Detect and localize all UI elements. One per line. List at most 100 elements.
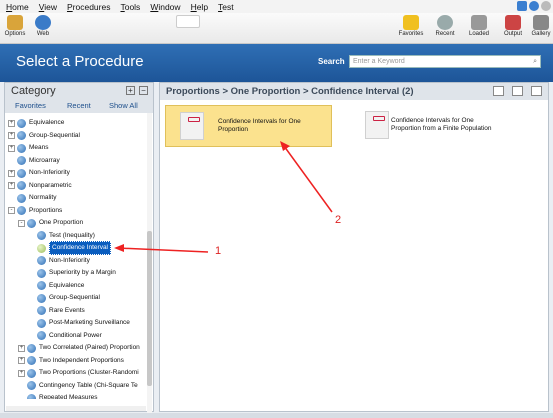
toolbar-gallery-button[interactable]: Gallery: [528, 15, 553, 37]
tab-show-all[interactable]: Show All: [109, 101, 138, 110]
menu-view[interactable]: View: [39, 2, 57, 12]
tree-item[interactable]: Superiority by a Margin: [28, 267, 116, 279]
tree-expander-icon[interactable]: +: [18, 369, 25, 377]
procedure-card-ci-one-proportion[interactable]: Confidence Intervals for One Proportion: [165, 105, 332, 147]
search-input[interactable]: Enter a Keyword ⌕: [349, 55, 541, 68]
tree-node-icon: [37, 318, 46, 328]
tree-expander-icon: [28, 270, 35, 277]
tree-expander-icon: [28, 295, 35, 302]
tree-node-icon: [17, 206, 26, 215]
tree-item[interactable]: + Means: [8, 142, 49, 154]
menu-window[interactable]: Window: [150, 2, 180, 12]
tree-expander-icon: [8, 195, 15, 202]
collapse-all-icon[interactable]: −: [139, 86, 148, 95]
tree-vertical-scrollbar[interactable]: [147, 113, 152, 413]
tree-item-label: Equivalence: [29, 119, 65, 126]
toolbar-loaded-button[interactable]: Loaded: [466, 15, 492, 37]
tree-item-label: Two Independent Proportions: [39, 356, 124, 364]
tree-node-icon: [27, 393, 36, 399]
search-label: Search: [318, 57, 345, 66]
toolbar-label: Recent: [435, 31, 455, 37]
menu-home[interactable]: Home: [6, 2, 29, 12]
menu-help[interactable]: Help: [191, 2, 208, 12]
tree-expander-icon[interactable]: +: [8, 169, 15, 177]
tree-expander-icon[interactable]: +: [18, 344, 25, 352]
tree-item[interactable]: + Nonparametric: [8, 180, 72, 192]
toolbar-web-button[interactable]: Web: [30, 15, 56, 37]
scroll-thumb[interactable]: [147, 231, 152, 386]
tree-expander-icon[interactable]: +: [18, 357, 25, 364]
tree-node-icon: [27, 343, 36, 353]
toolbar-label: Loaded: [468, 31, 490, 37]
toolbar-output-button[interactable]: Output: [500, 15, 526, 37]
tree-item[interactable]: + Non-Inferiority: [8, 167, 70, 179]
tree-item[interactable]: + Group-Sequential: [8, 130, 80, 142]
tree-expander-icon: [28, 332, 35, 339]
tree-expander-icon[interactable]: -: [18, 219, 25, 227]
tree-item[interactable]: + Equivalence: [8, 117, 64, 129]
tree-node-icon: [17, 143, 26, 153]
menu-test[interactable]: Test: [218, 2, 234, 12]
toolbar-recent-button[interactable]: Recent: [432, 15, 458, 37]
tree-horizontal-scrollbar[interactable]: [6, 406, 146, 411]
tree-item[interactable]: Normality: [8, 192, 56, 204]
close-icon[interactable]: [541, 1, 551, 11]
tree-item[interactable]: Contingency Table (Chi-Square Te: [18, 380, 138, 392]
help-icon[interactable]: [529, 1, 539, 11]
tree-item[interactable]: Rare Events: [28, 305, 85, 317]
tree-item-label: Post-Marketing Surveillance: [49, 319, 130, 326]
tree-item[interactable]: Group-Sequential: [28, 292, 100, 304]
tab-recent[interactable]: Recent: [67, 101, 91, 110]
menu-tools[interactable]: Tools: [120, 2, 140, 12]
tree-item-label: Means: [29, 144, 49, 151]
toolbar-options-button[interactable]: Options: [2, 15, 28, 37]
toolbar-label: Gallery: [531, 31, 551, 37]
tree-expander-icon[interactable]: +: [8, 132, 15, 139]
tree-item-label: Group-Sequential: [29, 131, 80, 139]
tree-item[interactable]: + Two Correlated (Paired) Proportion: [18, 342, 140, 354]
restore-icon[interactable]: [517, 1, 527, 11]
toolbar-blank-field[interactable]: [176, 15, 200, 28]
toolbar-favorites-button[interactable]: Favorites: [398, 15, 424, 37]
procedure-card-ci-finite-population[interactable]: Confidence Intervals for One Proportion f…: [351, 105, 501, 147]
tree-item[interactable]: + Two Independent Proportions: [18, 355, 124, 367]
tree-item-label: Equivalence: [49, 281, 85, 289]
category-tree: + Equivalence + Group-Sequential + Means Micro…: [5, 113, 153, 399]
tree-item[interactable]: Repeated Measures: [18, 392, 98, 399]
tree-item[interactable]: + Two Proportions (Cluster-Randomi: [18, 367, 139, 379]
tree-expander-icon: [18, 395, 25, 400]
tree-item[interactable]: Microarray: [8, 155, 60, 167]
gears-icon: [7, 15, 23, 30]
tree-expander-icon[interactable]: +: [8, 182, 15, 189]
tree-node-icon: [17, 181, 26, 190]
gallery-icon: [533, 15, 549, 30]
details-view-icon[interactable]: [512, 86, 523, 96]
tree-node-icon: [27, 381, 36, 390]
chart-icon: [505, 15, 521, 30]
status-strip: [0, 413, 553, 418]
tree-item[interactable]: - Proportions: [8, 205, 62, 217]
expand-all-icon[interactable]: +: [126, 86, 135, 95]
tree-item[interactable]: Test (Inequality): [28, 230, 95, 242]
tree-expander-icon: [28, 257, 35, 264]
tree-item[interactable]: Post-Marketing Surveillance: [28, 317, 130, 329]
menu-procedures[interactable]: Procedures: [67, 2, 110, 12]
list-view-icon[interactable]: [493, 86, 504, 96]
tree-item[interactable]: Conditional Power: [28, 330, 102, 342]
tree-item[interactable]: Equivalence: [28, 280, 84, 292]
menu-bar: Home View Procedures Tools Window Help Test: [0, 0, 553, 13]
tree-expander-icon[interactable]: +: [8, 144, 15, 152]
tree-item-label: Nonparametric: [29, 181, 72, 189]
icon-view-icon[interactable]: [531, 86, 542, 96]
tree-item[interactable]: Non-Inferiority: [28, 255, 90, 267]
tree-expander-icon[interactable]: -: [8, 207, 15, 214]
tree-expander-icon[interactable]: +: [8, 119, 15, 127]
tree-item[interactable]: Confidence Interval: [28, 241, 112, 255]
tree-item-label: Test (Inequality): [49, 231, 95, 239]
tab-favorites[interactable]: Favorites: [15, 101, 46, 110]
tree-item-label: Proportions: [29, 206, 63, 214]
search-icon[interactable]: ⌕: [533, 56, 537, 68]
tree-item-label: Confidence Interval: [49, 241, 112, 255]
procedure-document-icon: [180, 112, 204, 140]
tree-item[interactable]: - One Proportion: [18, 217, 83, 229]
